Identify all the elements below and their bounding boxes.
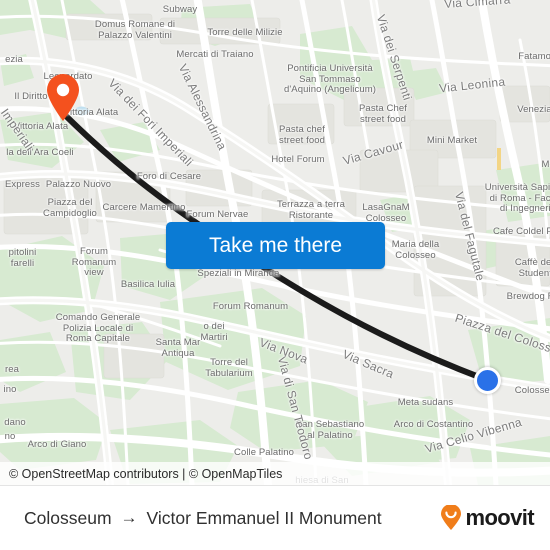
- destination-dot-icon[interactable]: [474, 367, 501, 394]
- take-me-there-button[interactable]: Take me there: [166, 222, 385, 269]
- arrow-right-icon: →: [120, 508, 138, 527]
- moovit-pin-icon: [441, 505, 462, 530]
- map-canvas[interactable]: Subway Domus Romane di Palazzo Valentini T…: [0, 0, 550, 485]
- route-summary: Colosseum → Victor Emmanuel II Monument: [24, 508, 438, 529]
- attribution-text: © OpenStreetMap contributors | © OpenMap…: [9, 466, 283, 481]
- map-attribution[interactable]: © OpenStreetMap contributors | © OpenMap…: [0, 462, 550, 485]
- moovit-wordmark: moovit: [465, 505, 534, 530]
- route-origin: Colosseum: [24, 507, 112, 528]
- origin-pin-icon[interactable]: [45, 74, 81, 122]
- route-destination: Victor Emmanuel II Monument: [146, 507, 382, 528]
- moovit-route-preview: Subway Domus Romane di Palazzo Valentini T…: [0, 0, 550, 550]
- moovit-logo[interactable]: moovit: [438, 505, 535, 531]
- route-footer: Colosseum → Victor Emmanuel II Monument …: [0, 485, 550, 550]
- take-me-there-label: Take me there: [208, 233, 343, 257]
